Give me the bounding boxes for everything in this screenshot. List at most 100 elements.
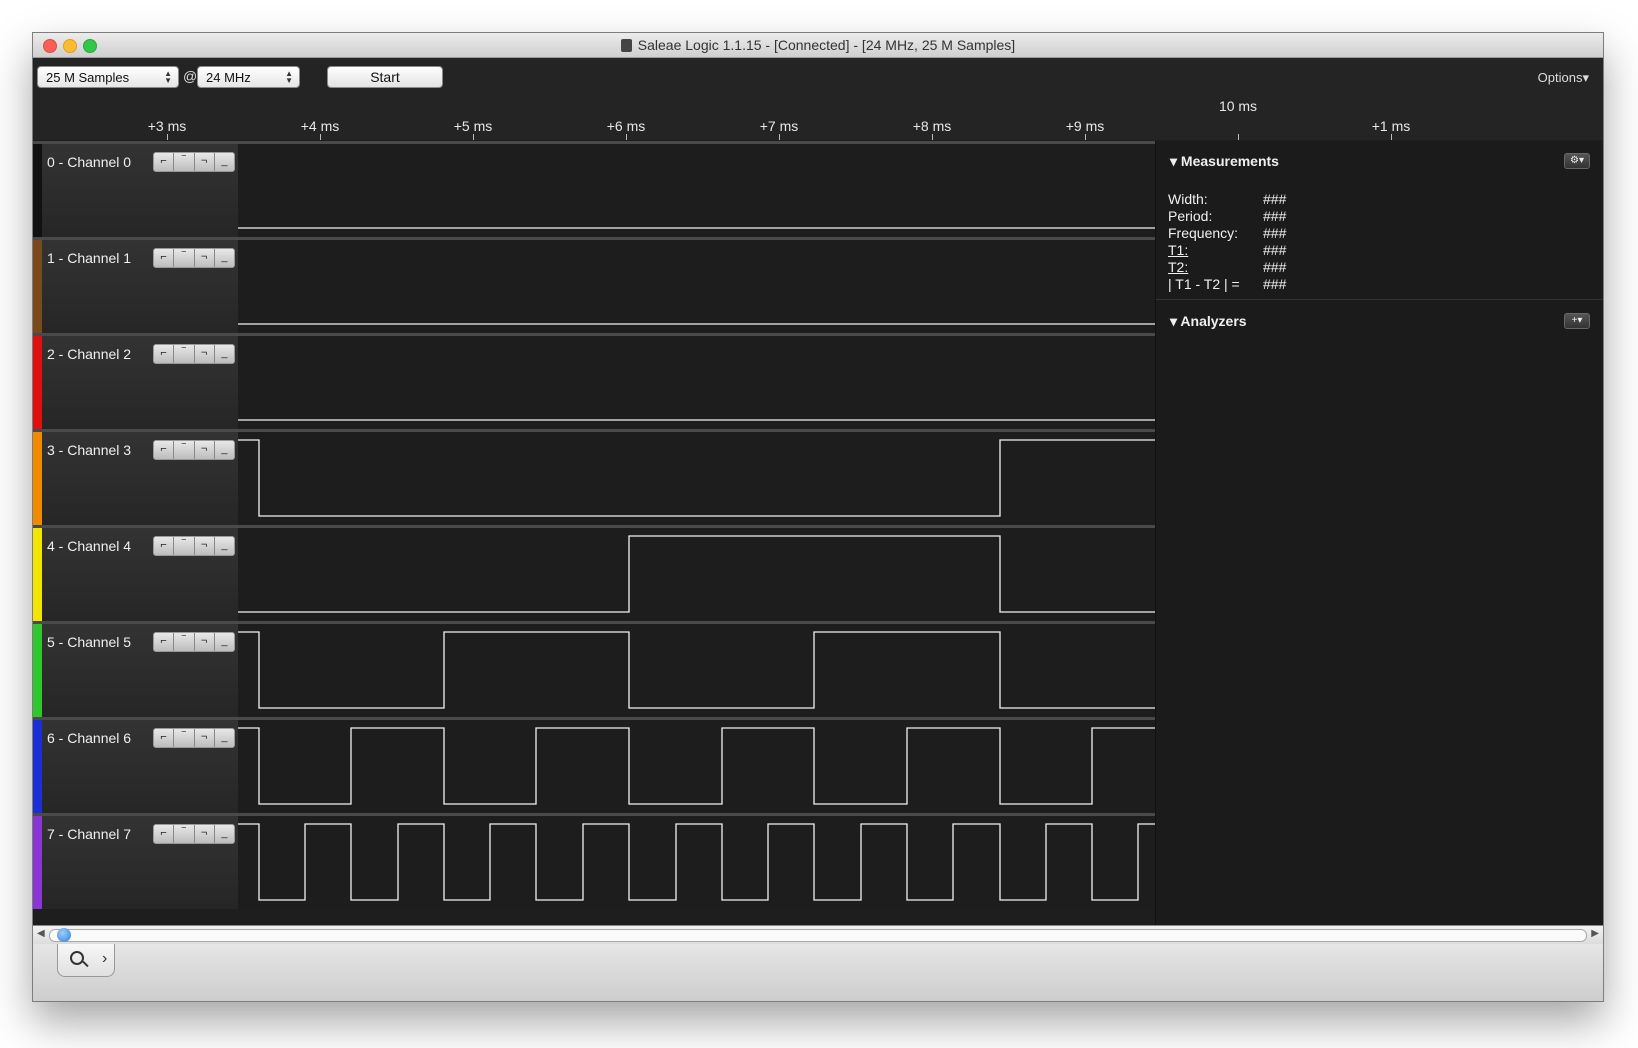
falling-edge-icon[interactable]: ¬ (195, 633, 215, 651)
rising-edge-icon[interactable]: ⌐ (154, 249, 175, 267)
waveform-svg (238, 419, 1155, 421)
measurement-row: T1: ### (1168, 242, 1286, 258)
scroll-left-icon[interactable]: ◀ (37, 928, 45, 939)
channel-name[interactable]: 1 - Channel 1 (47, 250, 131, 266)
falling-edge-icon[interactable]: ¬ (195, 249, 215, 267)
low-level-icon[interactable]: _ (215, 249, 234, 267)
low-level-icon[interactable]: _ (215, 345, 234, 363)
toolbar: 25 M Samples ▲ ▼ @ 24 MHz ▲ ▼ Start Option… (33, 58, 1603, 140)
channel-row-4: 4 - Channel 4 ⌐ ‾ ¬ _ (33, 525, 1155, 621)
ruler-label: +1 ms (1371, 118, 1411, 134)
channel-label-panel: 7 - Channel 7 ⌐ ‾ ¬ _ (33, 816, 238, 909)
measurement-row: | T1 - T2 | = ### (1168, 276, 1286, 292)
rising-edge-icon[interactable]: ⌐ (154, 153, 175, 171)
waveform-trace (238, 535, 1155, 613)
add-analyzer-plus-icon[interactable]: +▾ (1564, 313, 1590, 329)
high-level-icon[interactable]: ‾ (174, 633, 195, 651)
channel-name[interactable]: 5 - Channel 5 (47, 634, 131, 650)
channel-waveform[interactable] (238, 432, 1155, 525)
low-level-icon[interactable]: _ (215, 441, 234, 459)
rising-edge-icon[interactable]: ⌐ (154, 345, 175, 363)
measurement-value: ### (1263, 191, 1287, 207)
measurement-label[interactable]: T2: (1168, 259, 1188, 275)
channel-color-swatch (33, 528, 42, 621)
high-level-icon[interactable]: ‾ (174, 729, 195, 747)
high-level-icon[interactable]: ‾ (174, 345, 195, 363)
low-level-icon[interactable]: _ (215, 825, 234, 843)
waveform-svg (238, 323, 1155, 325)
channel-name[interactable]: 7 - Channel 7 (47, 826, 131, 842)
waveform-svg (238, 535, 1155, 613)
sample-rate-select[interactable]: 24 MHz ▲ ▼ (197, 66, 300, 88)
ruler-label: +5 ms (453, 118, 493, 134)
falling-edge-icon[interactable]: ¬ (195, 729, 215, 747)
ruler-label: +4 ms (300, 118, 340, 134)
measurement-row: T2: ### (1168, 259, 1286, 275)
search-icon (70, 951, 84, 965)
scroll-thumb[interactable] (57, 928, 71, 942)
ruler-label: +7 ms (759, 118, 799, 134)
ruler-tick (932, 134, 933, 140)
channel-waveform[interactable] (238, 624, 1155, 717)
channel-waveform[interactable] (238, 528, 1155, 621)
app-icon (620, 39, 632, 52)
rising-edge-icon[interactable]: ⌐ (154, 441, 175, 459)
measurement-label[interactable]: T1: (1168, 242, 1188, 258)
channel-row-6: 6 - Channel 6 ⌐ ‾ ¬ _ (33, 717, 1155, 813)
channel-waveform[interactable] (238, 240, 1155, 333)
rising-edge-icon[interactable]: ⌐ (154, 729, 175, 747)
high-level-icon[interactable]: ‾ (174, 249, 195, 267)
rising-edge-icon[interactable]: ⌐ (154, 825, 175, 843)
high-level-icon[interactable]: ‾ (174, 825, 195, 843)
scroll-right-icon[interactable]: ▶ (1591, 928, 1599, 939)
waveform-trace (238, 631, 1155, 709)
high-level-icon[interactable]: ‾ (174, 441, 195, 459)
high-level-icon[interactable]: ‾ (174, 153, 195, 171)
ruler-major-tick (1238, 134, 1239, 140)
rising-edge-icon[interactable]: ⌐ (154, 537, 175, 555)
channel-label-panel: 6 - Channel 6 ⌐ ‾ ¬ _ (33, 720, 238, 813)
channel-name[interactable]: 4 - Channel 4 (47, 538, 131, 554)
channel-label-panel: 1 - Channel 1 ⌐ ‾ ¬ _ (33, 240, 238, 333)
falling-edge-icon[interactable]: ¬ (195, 825, 215, 843)
scroll-track[interactable] (49, 929, 1587, 942)
channel-color-swatch (33, 336, 42, 429)
search-tab[interactable]: › (57, 944, 115, 977)
channel-waveform[interactable] (238, 720, 1155, 813)
rising-edge-icon[interactable]: ⌐ (154, 633, 175, 651)
channel-name[interactable]: 0 - Channel 0 (47, 154, 131, 170)
falling-edge-icon[interactable]: ¬ (195, 441, 215, 459)
start-button[interactable]: Start (327, 66, 443, 88)
channel-row-1: 1 - Channel 1 ⌐ ‾ ¬ _ (33, 237, 1155, 333)
falling-edge-icon[interactable]: ¬ (195, 153, 215, 171)
options-menu[interactable]: Options▾ (1538, 70, 1589, 86)
channel-name[interactable]: 2 - Channel 2 (47, 346, 131, 362)
side-panel: ▾ Measurements ⚙▾ Width: ### Period: ### Fre… (1155, 141, 1603, 925)
analyzers-header[interactable]: ▾ Analyzers (1170, 313, 1247, 330)
falling-edge-icon[interactable]: ¬ (195, 345, 215, 363)
high-level-icon[interactable]: ‾ (174, 537, 195, 555)
panel-divider (1156, 299, 1603, 300)
channel-waveform[interactable] (238, 336, 1155, 429)
ruler-tick (626, 134, 627, 140)
chevron-right-icon[interactable]: › (102, 950, 107, 968)
low-level-icon[interactable]: _ (215, 153, 234, 171)
ruler-tick (1085, 134, 1086, 140)
measurement-value: ### (1263, 259, 1287, 275)
waveform-svg (238, 631, 1155, 709)
falling-edge-icon[interactable]: ¬ (195, 537, 215, 555)
low-level-icon[interactable]: _ (215, 537, 234, 555)
channel-name[interactable]: 3 - Channel 3 (47, 442, 131, 458)
measurements-header[interactable]: ▾ Measurements (1170, 153, 1279, 170)
measurements-settings-gear-icon[interactable]: ⚙▾ (1564, 153, 1590, 169)
horizontal-scrollbar[interactable]: ◀ ▶ (33, 925, 1603, 944)
channel-name[interactable]: 6 - Channel 6 (47, 730, 131, 746)
channel-waveform[interactable] (238, 816, 1155, 909)
trigger-buttons: ⌐ ‾ ¬ _ (153, 824, 235, 844)
measurement-label: | T1 - T2 | = (1168, 276, 1240, 292)
low-level-icon[interactable]: _ (215, 633, 234, 651)
channel-waveform[interactable] (238, 144, 1155, 237)
measurement-value: ### (1263, 208, 1287, 224)
sample-count-select[interactable]: 25 M Samples ▲ ▼ (37, 66, 179, 88)
low-level-icon[interactable]: _ (215, 729, 234, 747)
